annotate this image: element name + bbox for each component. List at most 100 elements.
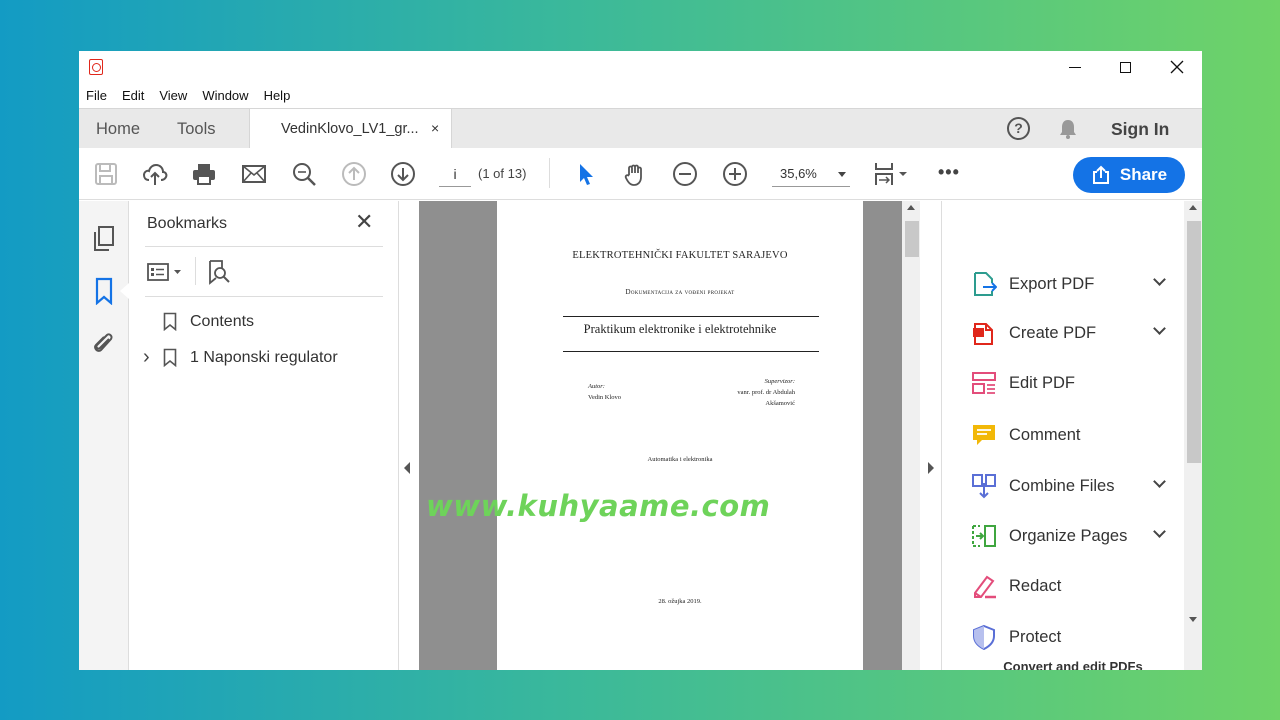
menu-view[interactable]: View — [159, 88, 187, 103]
more-tools-icon[interactable]: ••• — [938, 162, 960, 183]
bookmarks-rail-icon[interactable] — [92, 277, 116, 305]
tab-home[interactable]: Home — [96, 109, 140, 149]
help-icon[interactable]: ? — [1007, 117, 1030, 140]
document-scrollbar[interactable] — [902, 201, 920, 670]
tool-label: Export PDF — [1009, 274, 1095, 293]
tools-scrollbar[interactable] — [1184, 201, 1202, 670]
chevron-down-icon[interactable] — [1153, 322, 1166, 335]
bookmarks-panel: Bookmarks ✕ Contents › 1 Naponski regula… — [129, 201, 399, 670]
email-icon[interactable] — [241, 161, 267, 187]
bookmarks-close-button[interactable]: ✕ — [355, 209, 373, 235]
tool-create-pdf[interactable]: Create PDF — [971, 318, 1171, 348]
tab-document[interactable]: VedinKlovo_LV1_gr... × — [249, 109, 452, 150]
tab-document-label: VedinKlovo_LV1_gr... — [281, 121, 419, 137]
chevron-right-icon[interactable]: › — [143, 346, 150, 369]
organize-pages-icon — [972, 525, 996, 547]
next-page-icon[interactable] — [390, 161, 416, 187]
tool-protect[interactable]: Protect — [971, 622, 1171, 652]
tool-edit-pdf[interactable]: Edit PDF — [971, 368, 1171, 398]
chevron-down-icon[interactable] — [1153, 475, 1166, 488]
scrollbar-thumb[interactable] — [1187, 221, 1201, 463]
divider — [145, 246, 383, 247]
tab-close-button[interactable]: × — [431, 120, 439, 136]
divider — [145, 296, 383, 297]
left-rail — [79, 201, 129, 670]
tools-footer-text: Convert and edit PDFs — [1003, 659, 1143, 670]
page-author: Autor: Vedin Klovo — [588, 381, 621, 403]
page-supervisor: Supervizor: vanr. prof. dr Abdulah Akšam… — [722, 376, 795, 409]
upload-cloud-icon[interactable] — [142, 161, 168, 187]
create-pdf-icon — [973, 323, 993, 345]
close-window-button[interactable] — [1152, 51, 1202, 83]
page-display-icon[interactable] — [873, 161, 909, 187]
page-date: 28. ožujka 2019. — [658, 598, 702, 605]
tab-bar: Home Tools VedinKlovo_LV1_gr... × ? Sign… — [79, 108, 1202, 150]
attachments-icon[interactable] — [92, 329, 116, 357]
tool-label: Edit PDF — [1009, 373, 1076, 392]
tool-organize-pages[interactable]: Organize Pages — [971, 521, 1171, 551]
chevron-down-icon[interactable] — [1153, 273, 1166, 286]
bookmark-item[interactable]: 1 Naponski regulator — [163, 348, 338, 367]
bookmark-icon — [163, 348, 177, 367]
zoom-in-icon[interactable] — [722, 161, 748, 187]
zoom-out-icon[interactable] — [672, 161, 698, 187]
collapse-right-panel-icon[interactable] — [928, 462, 934, 474]
bookmark-options-icon[interactable] — [147, 262, 183, 282]
page-rule — [563, 316, 819, 317]
bookmark-search-icon[interactable] — [206, 259, 232, 285]
page-number-input[interactable]: i — [439, 161, 471, 187]
page-thumbnails-icon[interactable] — [92, 225, 116, 253]
supervisor-line1: vanr. prof. dr Abdulah — [737, 389, 795, 396]
page-doc-type: Dokumentacija za vođeni projekat — [625, 288, 735, 296]
scroll-down-icon[interactable] — [1189, 617, 1197, 622]
share-icon — [1092, 165, 1109, 184]
previous-page-icon[interactable] — [341, 161, 367, 187]
watermark-text: www.kuhyaame.com — [426, 489, 771, 523]
collapse-left-panel-icon[interactable] — [404, 462, 410, 474]
document-canvas: ELEKTROTEHNIČKI FAKULTET SARAJEVO Dokume… — [419, 201, 902, 670]
scroll-up-icon[interactable] — [907, 205, 915, 210]
bookmark-item[interactable]: Contents — [163, 312, 254, 331]
bookmark-icon — [163, 312, 177, 331]
tool-label: Comment — [1009, 425, 1081, 444]
edit-pdf-icon — [972, 372, 996, 394]
notifications-bell-icon[interactable] — [1058, 118, 1078, 140]
select-cursor-icon[interactable] — [573, 161, 599, 187]
document-viewer[interactable]: ELEKTROTEHNIČKI FAKULTET SARAJEVO Dokume… — [400, 201, 920, 670]
sign-in-button[interactable]: Sign In — [1111, 119, 1169, 140]
menu-file[interactable]: File — [86, 88, 107, 103]
scrollbar-thumb[interactable] — [905, 221, 919, 257]
menu-bar: File Edit View Window Help — [79, 83, 1202, 107]
combine-files-icon — [972, 474, 996, 499]
tool-export-pdf[interactable]: Export PDF — [971, 269, 1171, 299]
hand-tool-icon[interactable] — [622, 161, 648, 187]
menu-help[interactable]: Help — [264, 88, 291, 103]
acrobat-app-icon — [89, 59, 103, 75]
toolbar-separator — [549, 158, 550, 188]
tab-tools[interactable]: Tools — [177, 109, 216, 149]
zoom-value: 35,6% — [780, 166, 817, 181]
minimize-button[interactable] — [1050, 51, 1100, 83]
protect-icon — [973, 624, 995, 650]
tool-comment[interactable]: Comment — [971, 420, 1171, 450]
tool-combine-files[interactable]: Combine Files — [971, 471, 1171, 501]
chevron-down-icon[interactable] — [1153, 525, 1166, 538]
zoom-select[interactable]: 35,6% — [772, 161, 850, 187]
print-icon[interactable] — [191, 161, 217, 187]
menu-window[interactable]: Window — [202, 88, 248, 103]
tool-label: Organize Pages — [1009, 526, 1128, 545]
bookmarks-title: Bookmarks — [147, 215, 228, 232]
search-zoom-icon[interactable] — [291, 161, 317, 187]
export-pdf-icon — [974, 272, 997, 296]
tool-redact[interactable]: Redact — [971, 571, 1171, 601]
tools-pane: Export PDF Create PDF Edit PDF Comment C… — [942, 201, 1184, 670]
maximize-button[interactable] — [1100, 51, 1150, 83]
scroll-up-icon[interactable] — [1189, 205, 1197, 210]
share-button[interactable]: Share — [1073, 157, 1185, 193]
tool-label: Combine Files — [1009, 476, 1115, 495]
menu-edit[interactable]: Edit — [122, 88, 144, 103]
tool-label: Create PDF — [1009, 323, 1097, 342]
save-icon[interactable] — [93, 161, 119, 187]
minimize-icon — [1069, 66, 1081, 68]
share-label: Share — [1119, 165, 1168, 184]
